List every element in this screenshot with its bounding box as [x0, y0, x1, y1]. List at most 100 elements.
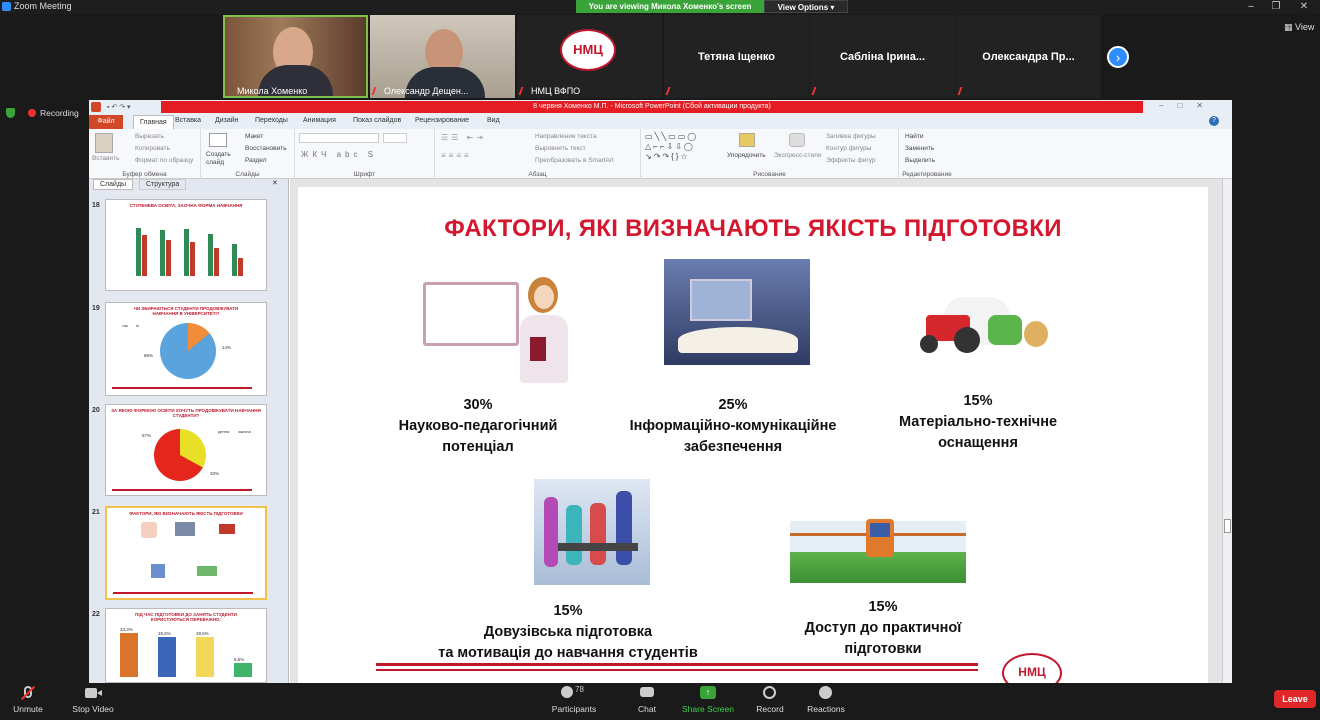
legend-day: денна — [218, 429, 230, 434]
factor-line: Інформаційно-комунікаційне — [629, 418, 837, 434]
muted-mic-icon — [665, 87, 677, 95]
shapes-gallery[interactable]: ▭╲╲▭▭◯ △⌐⌐⇩⇩◯ ↘↷↷{}☆ — [645, 132, 723, 164]
next-page-button[interactable]: › — [1107, 46, 1129, 68]
section-button[interactable]: Раздел — [245, 157, 266, 164]
tab-view[interactable]: Вид — [487, 117, 500, 124]
participants-count: 78 — [575, 685, 584, 694]
tab-insert[interactable]: Вставка — [175, 117, 201, 124]
tab-animation[interactable]: Анимация — [303, 117, 336, 124]
factor-5: 15% Доступ до практичної підготовки — [778, 597, 988, 660]
tab-outline[interactable]: Структура — [139, 179, 187, 190]
text-direction-button[interactable]: Направление текста — [535, 133, 597, 140]
group-label: Рисование — [753, 171, 786, 178]
slide-scrollbar[interactable] — [1222, 179, 1232, 683]
scrollbar-thumb[interactable] — [1224, 519, 1231, 533]
slide-divider — [376, 669, 978, 671]
tab-slides[interactable]: Слайды — [93, 179, 134, 190]
group-clipboard: Вставить Вырезать Копировать Формат по о… — [89, 129, 201, 179]
factor-line: Доступ до практичної — [804, 620, 962, 636]
participants-button[interactable]: 78 Participants — [548, 685, 600, 714]
find-button[interactable]: Найти — [905, 133, 924, 140]
slide-thumb-20[interactable]: ЗА ЯКОЮ ФОРМОЮ ОСВІТИ ХОЧУТЬ ПРОДОВЖУВАТ… — [105, 404, 267, 496]
new-slide-icon — [209, 133, 227, 147]
participants-label: Participants — [551, 704, 597, 714]
unmute-button[interactable]: Unmute — [10, 685, 46, 714]
slide-thumb-title: СТУПЕНЕВА ОСВІТА, ЗАОЧНА ФОРМА НАВЧАННЯ — [129, 203, 243, 208]
factor-percent: 25% — [718, 397, 748, 413]
new-slide-button[interactable]: Создать слайд — [206, 151, 236, 167]
pie-chart — [160, 323, 216, 379]
pie-chart — [154, 429, 206, 481]
slide-thumb-21[interactable]: ФАКТОРИ, ЯКІ ВИЗНАЧАЮТЬ ЯКІСТЬ ПІДГОТОВК… — [105, 506, 267, 600]
leave-button[interactable]: Leave — [1274, 690, 1316, 708]
minimize-icon[interactable]: – — [1240, 0, 1262, 14]
file-tab[interactable]: Файл — [89, 115, 123, 129]
help-icon[interactable]: ? — [1209, 116, 1219, 126]
tab-review[interactable]: Рецензирование — [415, 117, 469, 124]
font-family-select[interactable] — [299, 133, 379, 143]
chat-icon — [638, 685, 656, 701]
video-thumb-1[interactable]: Микола Хоменко — [223, 15, 368, 98]
pie-value: 14% — [222, 345, 232, 350]
paste-button[interactable]: Вставить — [92, 155, 120, 162]
font-format-icons[interactable]: ЖКЧ abc S — [301, 150, 377, 159]
view-options-button[interactable]: View Options ▾ — [764, 0, 848, 13]
list-icons[interactable]: ☰☰ ⇤⇥ — [441, 133, 486, 142]
reactions-button[interactable]: Reactions — [804, 685, 848, 714]
group-slides: Создать слайд Макет Восстановить Раздел … — [201, 129, 295, 179]
group-label: Редактирование — [902, 171, 952, 178]
video-thumb-4[interactable]: Тетяна Іщенко — [664, 15, 809, 98]
unmute-label: Unmute — [13, 704, 43, 714]
close-icon[interactable]: ✕ — [1293, 0, 1315, 14]
stop-video-button[interactable]: Stop Video — [70, 685, 116, 714]
pie-value: 67% — [142, 433, 152, 438]
factor-line: забезпечення — [683, 439, 783, 455]
tab-slideshow[interactable]: Показ слайдов — [353, 117, 401, 124]
view-button[interactable]: ▦ View — [1284, 22, 1314, 33]
shape-effects-button[interactable]: Эффекты фигур — [826, 157, 876, 164]
arrange-button[interactable]: Упорядочить — [727, 152, 766, 159]
quick-styles-button[interactable]: Экспресс-стили — [774, 152, 822, 159]
muted-mic-icon — [811, 87, 823, 95]
share-screen-button[interactable]: ↑ Share Screen — [682, 685, 734, 714]
reset-button[interactable]: Восстановить — [245, 145, 287, 152]
align-icons[interactable]: ≡≡≡≡ — [441, 151, 472, 160]
factor-line: Науково-педагогічний — [398, 418, 558, 434]
replace-button[interactable]: Заменить — [905, 145, 934, 152]
chat-button[interactable]: Chat — [632, 685, 662, 714]
video-thumb-6[interactable]: Олександра Пр... — [956, 15, 1101, 98]
group-font: ЖКЧ abc S Шрифт — [295, 129, 435, 179]
smartart-button[interactable]: Преобразовать в SmartArt — [535, 157, 614, 164]
record-icon — [761, 685, 779, 701]
reactions-label: Reactions — [807, 704, 845, 714]
tab-home[interactable]: Главная — [133, 115, 174, 129]
slide-thumb-19[interactable]: ЧИ ЗБИРАЮТЬСЯ СТУДЕНТИ ПРОДОВЖУВАТИ НАВЧ… — [105, 302, 267, 396]
factor-line: Довузівська підготовка — [483, 624, 653, 640]
select-button[interactable]: Выделить — [905, 157, 935, 164]
close-pane-icon[interactable]: ✕ — [272, 179, 278, 187]
legend-extramural: заочна — [238, 429, 251, 434]
current-slide[interactable]: ФАКТОРИ, ЯКІ ВИЗНАЧАЮТЬ ЯКІСТЬ ПІДГОТОВК… — [298, 187, 1208, 683]
window-title: Zoom Meeting — [14, 1, 72, 11]
slide-thumb-18[interactable]: СТУПЕНЕВА ОСВІТА, ЗАОЧНА ФОРМА НАВЧАННЯ — [105, 199, 267, 291]
tab-transitions[interactable]: Переходы — [255, 117, 288, 124]
shape-fill-button[interactable]: Заливка фигуры — [826, 133, 876, 140]
layout-button[interactable]: Макет — [245, 133, 263, 140]
record-button[interactable]: Record — [754, 685, 786, 714]
tab-design[interactable]: Дизайн — [215, 117, 239, 124]
cut-button[interactable]: Вырезать — [135, 133, 164, 140]
format-painter-button[interactable]: Формат по образцу — [135, 157, 193, 164]
video-thumb-2[interactable]: Олександр Дещен... — [370, 15, 515, 98]
group-label: Слайды — [235, 171, 260, 178]
align-text-button[interactable]: Выровнять текст — [535, 145, 586, 152]
recording-label: Recording — [40, 108, 79, 118]
smiley-icon — [817, 685, 835, 701]
video-thumb-3[interactable]: НМЦ НМЦ ВФПО — [517, 15, 662, 98]
restore-icon[interactable]: ❐ — [1265, 0, 1287, 14]
copy-button[interactable]: Копировать — [135, 145, 170, 152]
slide-thumb-22[interactable]: ПІД ЧАС ПІДГОТОВКИ ДО ЗАНЯТЬ СТУДЕНТИ КО… — [105, 608, 267, 683]
shape-outline-button[interactable]: Контур фигуры — [826, 145, 871, 152]
share-banner: You are viewing Микола Хоменко's screen — [576, 0, 764, 13]
video-thumb-5[interactable]: Сабліна Ірина... — [810, 15, 955, 98]
font-size-select[interactable] — [383, 133, 407, 143]
